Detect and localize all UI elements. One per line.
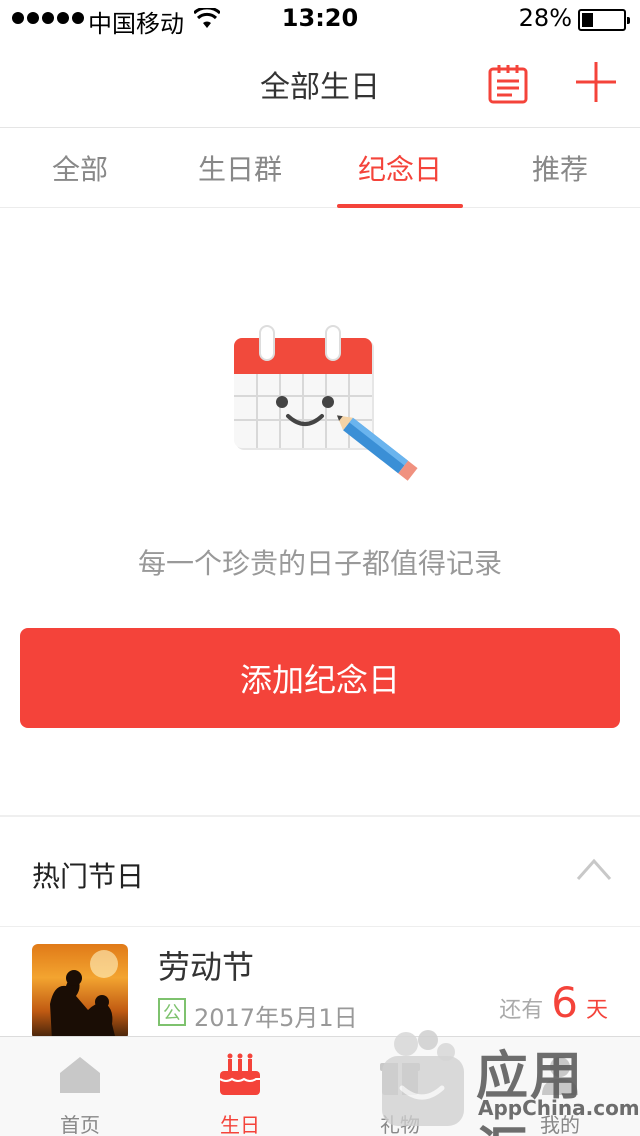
- segment-tabs: 全部 生日群 纪念日 推荐: [0, 128, 640, 208]
- public-holiday-badge: 公: [158, 998, 186, 1026]
- countdown-unit: 天: [585, 998, 608, 1023]
- tab-label: 全部: [51, 153, 108, 186]
- section-title: 热门节日: [32, 860, 145, 893]
- tab-recommended[interactable]: 推荐: [480, 128, 640, 208]
- page-title: 全部生日: [260, 70, 380, 105]
- battery-fill: [582, 13, 593, 27]
- tabbar-label: 我的: [540, 1113, 580, 1136]
- holiday-date: 2017年5月1日: [194, 1004, 358, 1032]
- bottom-tab-bar: 首页 生日 礼物 我的: [0, 1036, 640, 1136]
- tabbar-label: 首页: [60, 1113, 100, 1136]
- empty-state-message: 每一个珍贵的日子都值得记录: [137, 547, 502, 580]
- carrier-name: 中国移动: [88, 10, 184, 38]
- holiday-name: 劳动节: [158, 948, 255, 986]
- tab-label: 生日群: [197, 153, 282, 186]
- plus-icon[interactable]: [574, 60, 618, 104]
- countdown-days: 6: [551, 978, 578, 1027]
- popular-holidays-header[interactable]: 热门节日: [0, 817, 640, 927]
- gift-icon: [380, 1063, 420, 1095]
- silhouette-photo-icon: [50, 950, 118, 1040]
- tab-label: 推荐: [531, 153, 588, 186]
- smiling-calendar-with-pencil-icon: [234, 325, 418, 481]
- countdown-prefix: 还有: [499, 998, 544, 1023]
- battery-percent: 28%: [518, 4, 572, 32]
- holiday-thumbnail: [32, 944, 128, 1040]
- tabbar-item-profile[interactable]: 我的: [480, 1037, 640, 1136]
- home-icon: [60, 1057, 100, 1093]
- signal-strength-icon: [12, 12, 84, 24]
- chevron-up-icon[interactable]: [576, 857, 612, 881]
- wifi-icon: [194, 8, 220, 28]
- tab-active-indicator: [337, 204, 463, 208]
- tabbar-item-birthday[interactable]: 生日: [160, 1037, 320, 1136]
- add-anniversary-button[interactable]: 添加纪念日: [20, 628, 620, 728]
- tab-all[interactable]: 全部: [0, 128, 160, 208]
- profile-icon: [542, 1057, 578, 1095]
- tab-birthday-groups[interactable]: 生日群: [160, 128, 320, 208]
- tab-label: 纪念日: [357, 153, 442, 186]
- tabbar-label: 礼物: [380, 1113, 420, 1136]
- list-item[interactable]: 劳动节 公 2017年5月1日 还有 6 天: [0, 928, 640, 1040]
- battery-icon: [578, 9, 630, 31]
- tab-anniversaries[interactable]: 纪念日: [320, 128, 480, 208]
- tabbar-item-gifts[interactable]: 礼物: [320, 1037, 480, 1136]
- calendar-list-icon[interactable]: [488, 64, 528, 104]
- tabbar-label: 生日: [220, 1113, 260, 1136]
- tabbar-item-home[interactable]: 首页: [0, 1037, 160, 1136]
- countdown: 还有 6 天: [499, 978, 608, 1027]
- nav-bar: 全部生日: [0, 40, 640, 128]
- birthday-cake-icon: [219, 1053, 260, 1095]
- status-bar: 中国移动 13:20 28%: [0, 0, 640, 40]
